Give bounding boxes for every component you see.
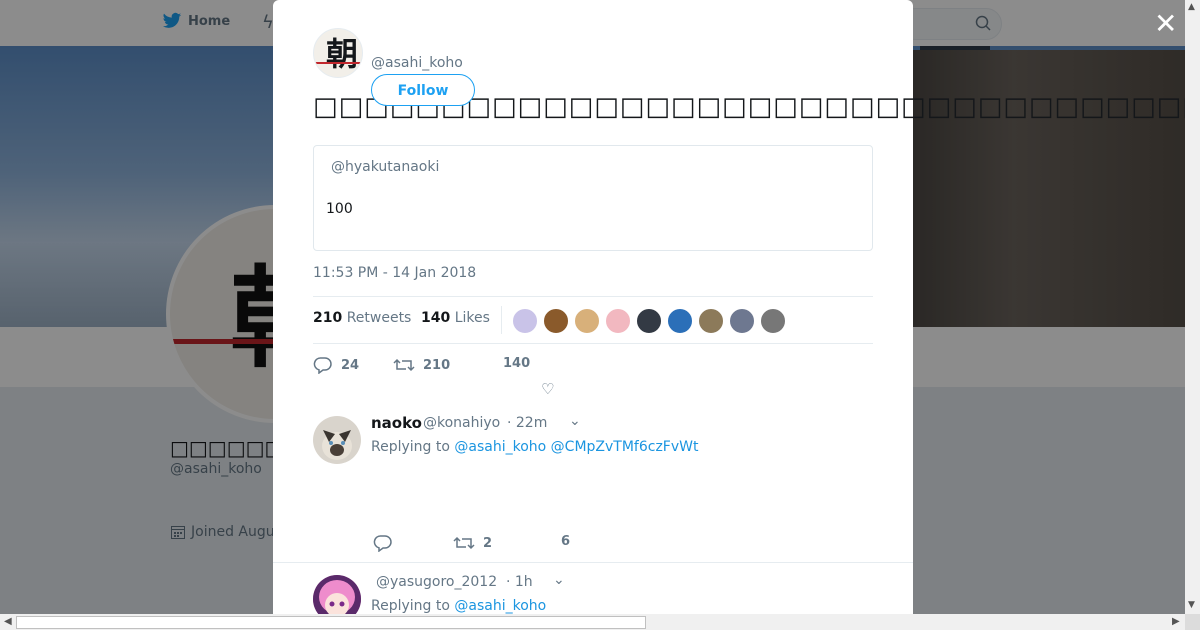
tweet-modal: 朝 @asahi_koho □□□□□□□□□□□□□□□□□□□□□□□□□□… (273, 0, 1193, 623)
retweets-label: Retweets (346, 310, 412, 326)
tweet-avatar-glyph: 朝 (326, 35, 359, 73)
vertical-scrollbar[interactable]: ▲ ▼ (1185, 0, 1200, 614)
liker-avatar[interactable] (636, 308, 662, 334)
stats-divider (501, 306, 502, 334)
liker-avatar[interactable] (574, 308, 600, 334)
replying-prefix: Replying to (371, 439, 450, 455)
tweet-author-handle[interactable]: @asahi_koho (371, 55, 463, 71)
reply-author-handle[interactable]: @yasugoro_2012 (376, 574, 497, 590)
reply-context: Replying to @asahi_koho (371, 598, 546, 614)
reply-context: Replying to @asahi_koho @CMpZvTMf6czFvWt (371, 439, 698, 455)
reply-icon (313, 357, 332, 374)
reply-time[interactable]: · 1h (506, 574, 533, 590)
liker-avatar[interactable] (543, 308, 569, 334)
like-action[interactable]: 6 (561, 534, 570, 549)
avatar-stripe (314, 62, 362, 64)
retweets-stat[interactable]: 210 Retweets (313, 310, 411, 326)
quoted-tweet[interactable]: @hyakutanaoki 100 (313, 145, 873, 251)
likes-label: Likes (454, 310, 490, 326)
reply-tweet[interactable]: @yasugoro_2012 · 1h ⌄ Replying to @asahi… (273, 562, 913, 623)
chevron-down-icon[interactable]: ⌄ (553, 572, 565, 588)
reply-author-handle[interactable]: @konahiyo (423, 415, 500, 431)
likes-count: 140 (421, 310, 451, 326)
reply-count: 24 (341, 357, 360, 373)
scroll-right-icon[interactable]: ▶ (1172, 616, 1180, 627)
scroll-left-icon[interactable]: ◀ (4, 616, 12, 627)
liker-avatar[interactable] (698, 308, 724, 334)
mention-link[interactable]: @CMpZvTMf6czFvWt (551, 439, 699, 455)
reply-icon (373, 535, 392, 552)
reply-author-name[interactable]: naoko (371, 414, 422, 432)
liker-avatars (512, 308, 786, 334)
retweet-icon (393, 358, 415, 372)
retweet-count: 210 (423, 357, 451, 373)
liker-avatar[interactable] (667, 308, 693, 334)
retweets-count: 210 (313, 310, 343, 326)
reply-action[interactable] (373, 534, 401, 552)
retweet-action[interactable]: 210 (393, 356, 450, 374)
reply-time[interactable]: · 22m (507, 415, 547, 431)
scrollbar-thumb[interactable] (16, 616, 646, 629)
retweet-icon (453, 536, 475, 550)
likes-stat[interactable]: 140 Likes (421, 310, 490, 326)
liker-avatar[interactable] (760, 308, 786, 334)
replying-prefix: Replying to (371, 598, 450, 614)
tweet-stats: 210 Retweets 140 Likes (313, 296, 873, 344)
scroll-up-icon[interactable]: ▲ (1188, 2, 1195, 12)
tweet-timestamp[interactable]: 11:53 PM - 14 Jan 2018 (313, 265, 476, 281)
horizontal-scrollbar[interactable]: ◀ ▶ (0, 614, 1185, 630)
liker-avatar[interactable] (729, 308, 755, 334)
heart-icon[interactable]: ♡ (541, 380, 554, 398)
liker-avatar[interactable] (605, 308, 631, 334)
reply-actions: 2 6 (373, 534, 793, 558)
retweet-count: 2 (483, 535, 493, 551)
quoted-tweet-handle: @hyakutanaoki (331, 159, 440, 175)
close-icon[interactable]: ✕ (1154, 10, 1177, 38)
mention-link[interactable]: @asahi_koho (454, 439, 546, 455)
reply-action[interactable]: 24 (313, 356, 359, 374)
scroll-down-icon[interactable]: ▼ (1188, 600, 1195, 610)
tweet-actions: 24 210 140 ♡ (313, 356, 873, 398)
reply-author-avatar[interactable] (313, 416, 361, 464)
like-count: 140 (503, 356, 531, 371)
scrollbar-corner (1185, 614, 1200, 630)
like-action[interactable]: 140 (503, 356, 530, 371)
mention-link[interactable]: @asahi_koho (454, 598, 546, 614)
reply-tweet[interactable]: naoko @konahiyo · 22m ⌄ Replying to @asa… (313, 408, 873, 558)
retweet-action[interactable]: 2 (453, 534, 492, 552)
liker-avatar[interactable] (512, 308, 538, 334)
like-count: 6 (561, 534, 571, 549)
quoted-tweet-text: 100 (326, 201, 353, 217)
cat-avatar-image (313, 416, 361, 464)
chevron-down-icon[interactable]: ⌄ (569, 413, 581, 429)
tweet-author-avatar[interactable]: 朝 (313, 28, 363, 78)
follow-button[interactable]: Follow (371, 74, 475, 106)
